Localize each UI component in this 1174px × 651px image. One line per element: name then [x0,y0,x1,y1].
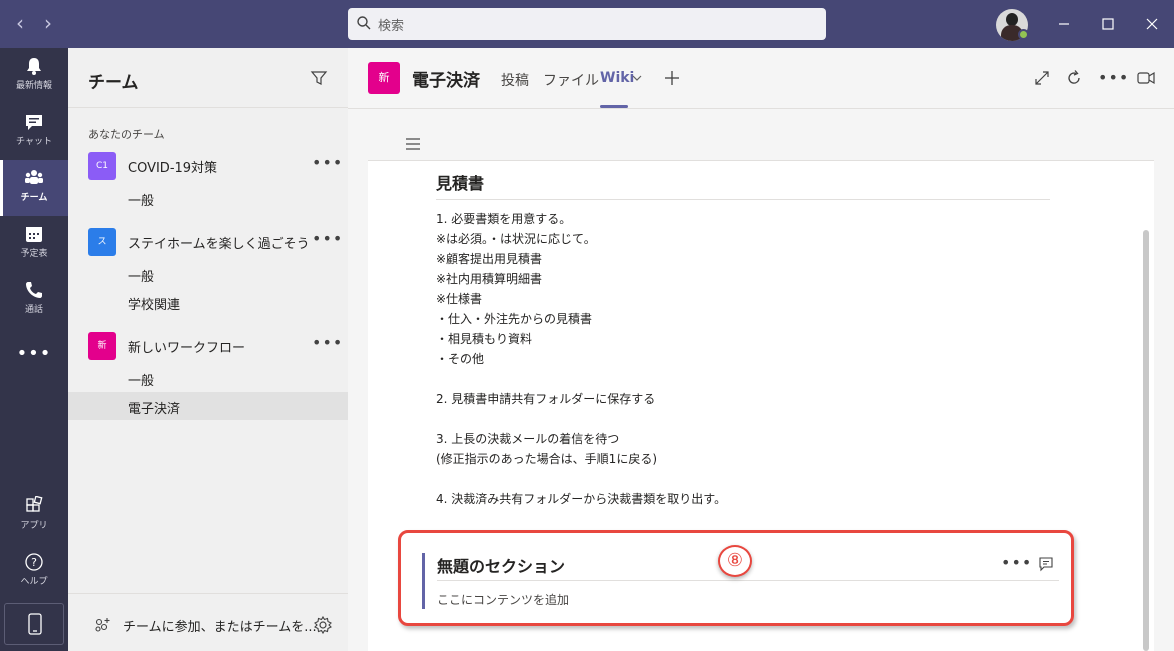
wiki-text-line[interactable]: (修正指示のあった場合は、手順1に戻る) [436,450,657,467]
rail-label: 通話 [24,305,43,315]
more-options-icon[interactable]: ••• [312,153,343,172]
channel-item[interactable]: 一般 [68,260,348,288]
title-bar: ‹ › 検索 [0,0,1174,48]
back-icon[interactable]: ‹ [8,12,32,36]
more-options-icon[interactable]: ••• [312,229,343,248]
divider [436,199,1050,200]
teams-icon [25,170,43,184]
wiki-text-line[interactable]: ※顧客提出用見積書 [436,250,542,267]
maximize-icon[interactable] [1094,10,1122,38]
rail-label: ヘルプ [20,577,48,587]
wiki-toolbar [368,126,1154,161]
team-avatar: 新 [88,332,116,360]
channel-item-selected[interactable]: 電子決済 [68,392,348,420]
apps-icon [26,496,43,512]
app-rail: 最新情報 チャット チーム 予定表 通話 ••• アプリ ? ヘルプ [0,48,68,651]
minimize-icon[interactable] [1050,10,1078,38]
team-name: COVID-19対策 [128,161,218,176]
rail-item-calls[interactable]: 通話 [0,272,68,328]
mobile-icon [28,613,42,635]
channel-header: 新 電子決済 投稿 ファイル Wiki ••• [348,48,1174,109]
scrollbar[interactable] [1143,230,1149,651]
search-input[interactable]: 検索 [348,8,826,40]
tab-posts[interactable]: 投稿 [501,70,529,90]
search-placeholder: 検索 [378,19,405,34]
team-row-workflow[interactable]: 新 新しいワークフロー ••• [68,328,348,364]
channel-label: 一般 [128,270,155,285]
search-icon [357,16,371,30]
wiki-text-line[interactable]: 3. 上長の決裁メールの着信を待つ [436,430,619,447]
filter-icon[interactable] [310,69,328,87]
chat-icon [26,115,42,130]
expand-icon[interactable] [1032,68,1052,88]
bell-icon [27,58,41,75]
forward-icon[interactable]: › [36,12,60,36]
rail-item-help[interactable]: ? ヘルプ [0,544,68,600]
rail-item-calendar[interactable]: 予定表 [0,216,68,272]
wiki-text-line[interactable]: 2. 見積書申請共有フォルダーに保存する [436,390,655,407]
channel-item[interactable]: 学校関連 [68,288,348,316]
table-of-contents-icon[interactable] [404,136,422,152]
rail-item-teams[interactable]: チーム [0,160,68,216]
meet-now-icon[interactable] [1136,68,1156,88]
add-tab-icon[interactable] [662,68,682,88]
team-name: 新しいワークフロー [128,341,246,356]
step-number-marker: ⑧ [718,545,752,577]
channel-item[interactable]: 一般 [68,364,348,392]
wiki-text-line[interactable]: ・その他 [436,350,484,367]
phone-icon [26,282,42,298]
more-options-icon[interactable]: ••• [1098,68,1129,87]
rail-item-apps[interactable]: アプリ [0,488,68,544]
team-row-stayhome[interactable]: ス ステイホームを楽しく過ごそう ••• [68,224,348,260]
team-name: ステイホームを楽しく過ごそう [128,237,310,252]
join-team-link[interactable]: チームに参加、またはチームを... [123,616,317,635]
rail-label: チャット [16,137,52,147]
more-apps-icon[interactable]: ••• [0,343,68,364]
wiki-section-heading[interactable]: 見積書 [436,170,484,194]
wiki-text-line[interactable]: 1. 必要書類を用意する。 [436,210,571,227]
mobile-download-button[interactable] [4,603,64,645]
help-icon: ? [25,553,43,571]
tab-files[interactable]: ファイル [543,70,599,90]
rail-label: チーム [20,193,48,203]
channel-label: 一般 [128,374,155,389]
team-avatar: ス [88,228,116,256]
tab-wiki[interactable]: Wiki [600,70,634,86]
your-teams-label: あなたのチーム [88,128,165,141]
presence-badge [1018,29,1029,40]
channel-item[interactable]: 一般 [68,184,348,212]
channel-label: 電子決済 [128,402,181,417]
wiki-text-line[interactable]: 4. 決裁済み共有フォルダーから決裁書類を取り出す。 [436,490,726,507]
svg-text:?: ? [31,556,37,569]
more-options-icon[interactable]: ••• [312,333,343,352]
chevron-down-icon[interactable] [632,74,642,82]
join-team-icon[interactable] [93,616,111,634]
rail-label: 予定表 [20,249,48,259]
rail-item-chat[interactable]: チャット [0,104,68,160]
wiki-text-line[interactable]: ※は必須。・は状況に応じて。 [436,230,596,247]
active-tab-indicator [600,105,628,108]
wiki-text-line[interactable]: ・相見積もり資料 [436,330,532,347]
teams-panel: チーム あなたのチーム C1 COVID-19対策 ••• 一般 ス ステイホー… [68,48,348,651]
teams-panel-header: チーム [68,48,348,108]
refresh-icon[interactable] [1064,68,1084,88]
channel-label: 学校関連 [128,298,181,313]
channel-avatar: 新 [368,62,400,94]
wiki-text-line[interactable]: ・仕入・外注先からの見積書 [436,310,592,327]
gear-icon[interactable] [313,615,333,635]
wiki-text-line[interactable]: ※仕様書 [436,290,482,307]
close-icon[interactable] [1138,10,1166,38]
rail-item-activity[interactable]: 最新情報 [0,48,68,104]
channel-title: 電子決済 [412,71,480,91]
team-avatar: C1 [88,152,116,180]
wiki-text-line[interactable]: ※社内用積算明細書 [436,270,542,287]
teams-panel-footer: チームに参加、またはチームを... [68,593,348,651]
channel-label: 一般 [128,194,155,209]
teams-panel-title: チーム [88,73,139,93]
team-row-covid[interactable]: C1 COVID-19対策 ••• [68,148,348,184]
rail-label: 最新情報 [15,81,52,91]
rail-label: アプリ [20,521,48,531]
calendar-icon [26,227,42,242]
